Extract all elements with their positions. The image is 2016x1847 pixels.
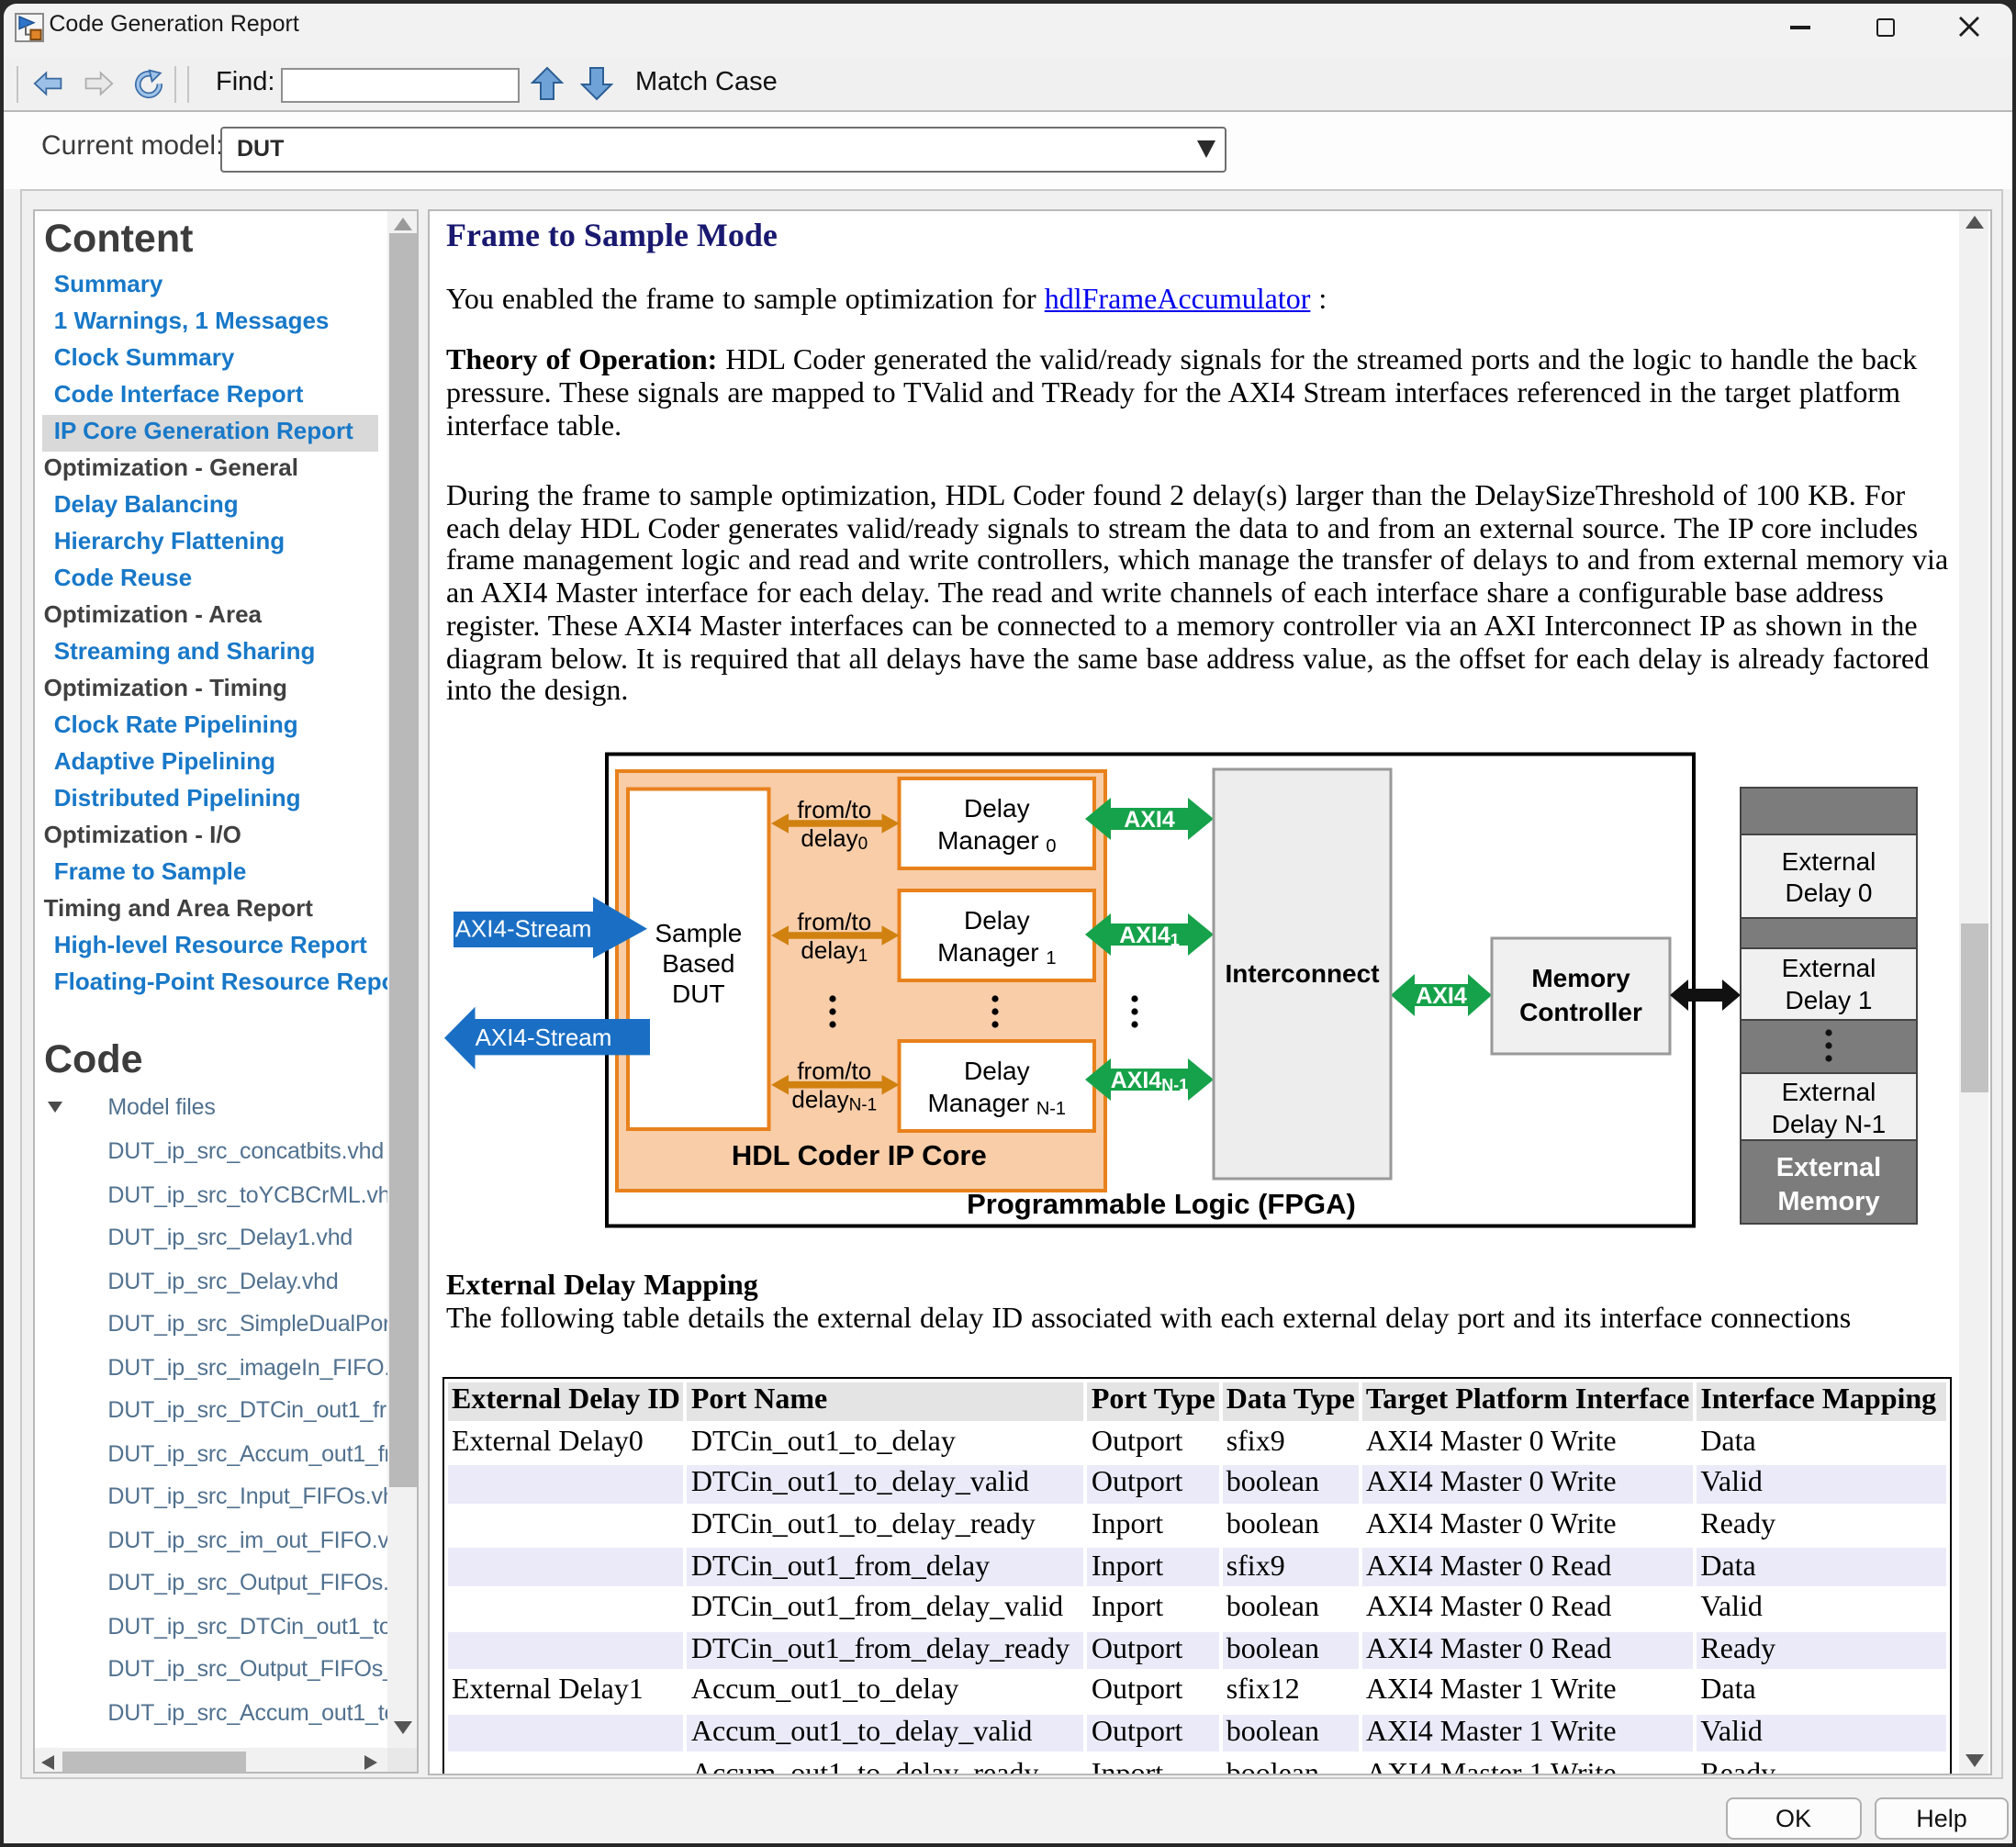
svg-text:External: External [1782, 1078, 1876, 1106]
svg-text:External: External [1782, 847, 1876, 876]
svg-text:AXI4: AXI4 [1416, 983, 1467, 1009]
svg-text:delay1: delay1 [801, 936, 868, 966]
svg-text:AXI4: AXI4 [1124, 807, 1175, 833]
svg-text:External: External [1782, 954, 1876, 982]
svg-text:Sample: Sample [655, 919, 742, 947]
svg-text:Manager 0: Manager 0 [937, 826, 1056, 856]
svg-text:from/to: from/to [797, 796, 871, 823]
svg-text:Memory: Memory [1531, 964, 1630, 992]
svg-text:External: External [1776, 1153, 1881, 1182]
svg-text:Interconnect: Interconnect [1225, 959, 1379, 988]
svg-text:from/to: from/to [797, 908, 871, 935]
svg-text:HDL Coder IP Core: HDL Coder IP Core [732, 1139, 987, 1171]
svg-text:Delay N-1: Delay N-1 [1772, 1110, 1886, 1138]
svg-text:Based: Based [662, 949, 734, 978]
svg-text:Memory: Memory [1777, 1187, 1879, 1216]
svg-text:AXI4-Stream: AXI4-Stream [455, 915, 592, 943]
svg-text:from/to: from/to [797, 1058, 871, 1085]
svg-text:delay0: delay0 [801, 824, 868, 854]
svg-text:Programmable Logic (FPGA): Programmable Logic (FPGA) [967, 1188, 1356, 1220]
svg-text:Manager 1: Manager 1 [937, 938, 1056, 968]
svg-text:Delay: Delay [964, 1057, 1030, 1085]
svg-text:Delay 0: Delay 0 [1786, 879, 1873, 907]
svg-text:AXI4-Stream: AXI4-Stream [476, 1024, 612, 1051]
svg-text:Delay: Delay [964, 906, 1030, 935]
svg-text:Delay: Delay [964, 794, 1030, 823]
svg-text:Controller: Controller [1519, 998, 1642, 1026]
svg-text:Delay 1: Delay 1 [1786, 986, 1873, 1014]
svg-text:DUT: DUT [672, 979, 725, 1008]
